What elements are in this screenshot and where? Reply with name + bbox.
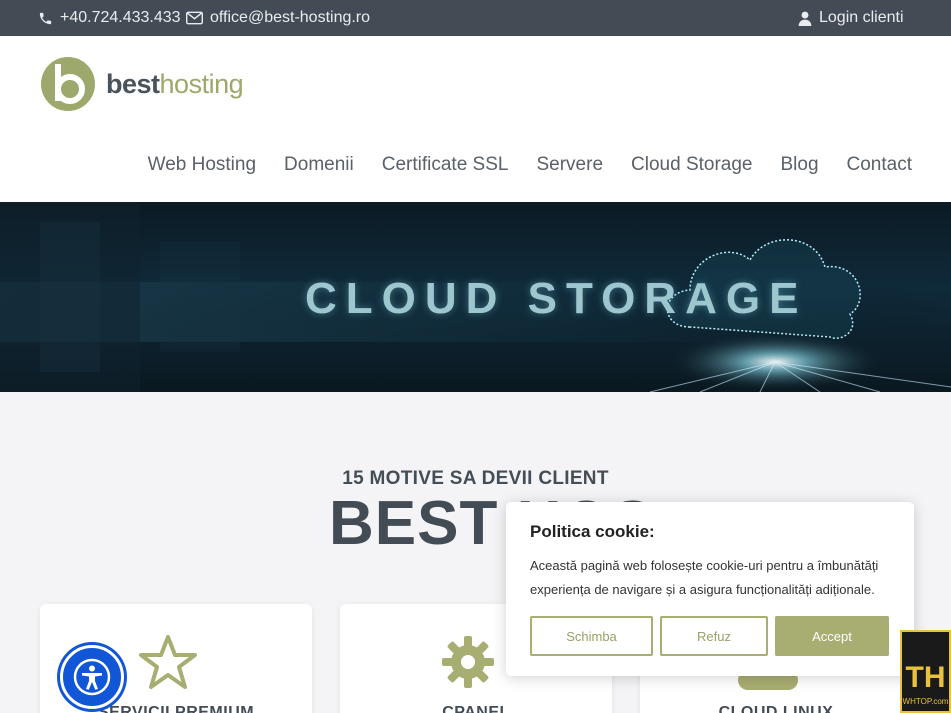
cookie-title: Politica cookie: <box>530 522 655 541</box>
logo-text: besthosting <box>106 68 244 100</box>
email-address: office@best-hosting.ro <box>210 9 371 26</box>
phone-icon <box>39 12 52 24</box>
logo-text-part2: hosting <box>159 68 244 99</box>
whtop-watermark: TH WHTOP.com <box>900 630 951 713</box>
section-subtitle: 15 MOTIVE SA DEVII CLIENT <box>342 468 609 489</box>
logo-mark-icon <box>41 57 95 111</box>
star-icon <box>139 635 197 689</box>
accessibility-icon <box>73 658 111 696</box>
logo-text-part1: best <box>106 68 160 99</box>
feature-card-title: CLOUD LINUX <box>718 704 834 713</box>
envelope-icon <box>186 11 203 25</box>
nav-item-domenii[interactable]: Domenii <box>284 154 354 176</box>
accessibility-button[interactable] <box>60 645 124 709</box>
main-nav: Web Hosting Domenii Certificate SSL Serv… <box>148 154 912 176</box>
feature-card-title: CPANEL <box>442 704 510 713</box>
hero-banner: CLOUD STORAGE <box>0 202 951 392</box>
login-link[interactable]: Login clienti <box>798 0 904 36</box>
nav-item-blog[interactable]: Blog <box>780 154 818 176</box>
watermark-text: WHTOP.com <box>902 697 949 706</box>
hero-title: CLOUD STORAGE <box>305 274 808 323</box>
nav-item-certificate-ssl[interactable]: Certificate SSL <box>382 154 509 176</box>
phone-contact[interactable]: +40.724.433.433 <box>38 0 181 36</box>
login-label: Login clienti <box>819 9 904 26</box>
cookie-change-button[interactable]: Schimba <box>530 616 653 656</box>
phone-number: +40.724.433.433 <box>60 9 181 26</box>
site-header: besthosting Web Hosting Domenii Certific… <box>0 36 951 202</box>
cookie-message: Această pagină web folosește cookie-uri … <box>530 558 879 597</box>
site-logo[interactable]: besthosting <box>40 56 244 112</box>
top-bar: +40.724.433.433 office@best-hosting.ro L… <box>0 0 951 36</box>
cookie-dialog: Politica cookie: Această pagină web folo… <box>506 502 914 676</box>
nav-item-servere[interactable]: Servere <box>536 154 603 176</box>
cookie-refuse-button[interactable]: Refuz <box>660 616 768 656</box>
cookie-accept-button[interactable]: Accept <box>775 616 889 656</box>
nav-item-web-hosting[interactable]: Web Hosting <box>148 154 256 176</box>
email-contact[interactable]: office@best-hosting.ro <box>186 0 370 36</box>
gear-icon <box>442 636 494 688</box>
watermark-letters: TH <box>905 661 946 694</box>
nav-item-cloud-storage[interactable]: Cloud Storage <box>631 154 752 176</box>
nav-item-contact[interactable]: Contact <box>847 154 912 176</box>
user-icon <box>798 11 812 26</box>
